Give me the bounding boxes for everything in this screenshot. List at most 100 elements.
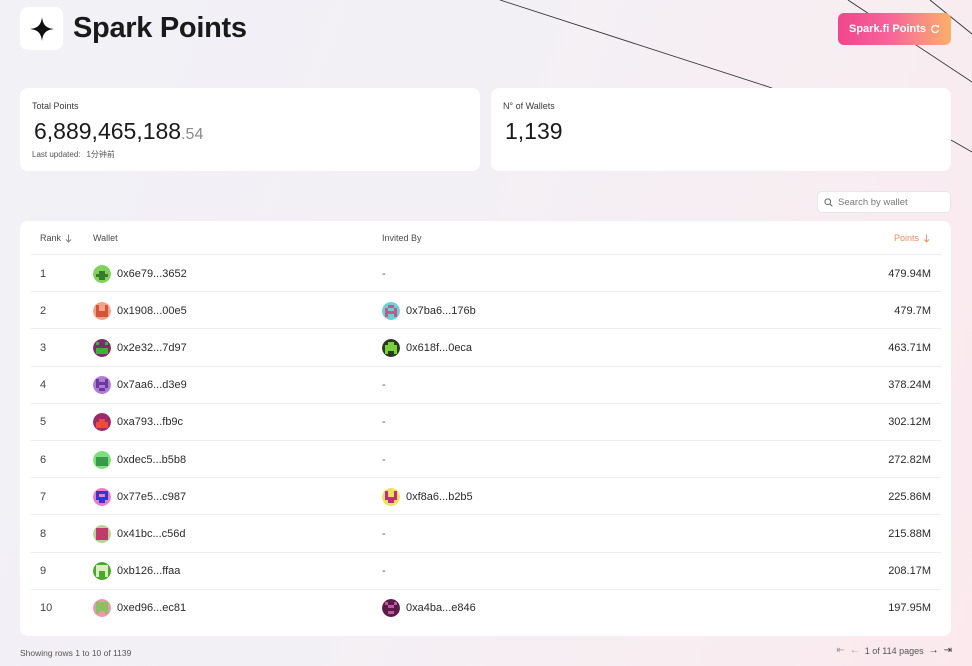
table-row[interactable]: 9 0xb126...ffaa - 208.17M	[31, 551, 941, 590]
search-box[interactable]	[817, 191, 951, 213]
wallets-count-value: 1,139	[505, 118, 563, 144]
avatar	[93, 376, 111, 395]
points-cell: 225.86M	[888, 490, 931, 503]
points-cell: 208.17M	[888, 565, 931, 578]
wallet-address[interactable]: 0x7aa6...d3e9	[117, 379, 187, 391]
invited-by-address: -	[382, 379, 386, 392]
table-row[interactable]: 8 0x41bc...c56d - 215.88M	[31, 514, 941, 551]
avatar	[382, 487, 400, 506]
table-row[interactable]: 10 0xed96...ec81 0xa4ba...e846 197.95M	[31, 588, 941, 627]
invited-by-cell[interactable]: 0xa4ba...e846	[382, 590, 476, 627]
wallet-cell[interactable]: 0xed96...ec81	[93, 590, 186, 627]
table-row[interactable]: 3 0x2e32...7d97 0x618f...0eca 463.71M	[31, 328, 941, 365]
rank-cell: 8	[40, 527, 47, 540]
arrow-down-icon	[65, 234, 72, 243]
avatar	[93, 562, 111, 581]
column-header-points[interactable]: Points	[894, 233, 930, 243]
avatar	[93, 264, 111, 283]
avatar	[93, 413, 111, 432]
invited-by-cell: -	[382, 441, 386, 478]
avatar	[93, 599, 111, 618]
invited-by-address: -	[382, 267, 386, 280]
first-page-icon[interactable]: ⇤	[836, 645, 844, 657]
invited-by-cell: -	[382, 367, 386, 404]
column-header-invited-by: Invited By	[382, 233, 422, 243]
invited-by-address[interactable]: 0xf8a6...b2b5	[406, 491, 473, 503]
rank-cell: 1	[40, 267, 47, 280]
spark-points-button-label: Spark.fi Points	[848, 23, 927, 35]
table-row[interactable]: 7 0x77e5...c987 0xf8a6...b2b5 225.86M	[31, 477, 941, 514]
total-points-value: 6,889,465,188.54	[34, 118, 203, 145]
column-header-wallet: Wallet	[93, 233, 118, 243]
wallet-address[interactable]: 0x6e79...3652	[117, 268, 187, 280]
wallet-cell[interactable]: 0x41bc...c56d	[93, 515, 186, 552]
rows-summary: Showing rows 1 to 10 of 1139	[20, 648, 132, 658]
rank-cell: 2	[40, 304, 47, 317]
invited-by-address[interactable]: 0xa4ba...e846	[406, 602, 476, 614]
column-header-rank[interactable]: Rank	[40, 233, 72, 243]
table-row[interactable]: 5 0xa793...fb9c - 302.12M	[31, 402, 941, 441]
wallet-address[interactable]: 0xb126...ffaa	[117, 565, 180, 577]
wallet-cell[interactable]: 0x6e79...3652	[93, 255, 187, 292]
wallet-cell[interactable]: 0xdec5...b5b8	[93, 441, 186, 478]
total-points-card: Total Points 6,889,465,188.54 Last updat…	[20, 88, 480, 171]
invited-by-cell: -	[382, 515, 386, 552]
table-row[interactable]: 6 0xdec5...b5b8 - 272.82M	[31, 440, 941, 477]
rank-cell: 4	[40, 379, 47, 392]
last-page-icon[interactable]: ⇥	[944, 645, 952, 657]
invited-by-cell: -	[382, 255, 386, 292]
wallet-cell[interactable]: 0xa793...fb9c	[93, 404, 183, 441]
table-row[interactable]: 4 0x7aa6...d3e9 - 378.24M	[31, 365, 941, 404]
avatar	[93, 301, 111, 320]
invited-by-cell: -	[382, 404, 386, 441]
table-row[interactable]: 2 0x1908...00e5 0x7ba6...176b 479.7M	[31, 291, 941, 328]
column-header-rank-label: Rank	[40, 233, 62, 243]
invited-by-address: -	[382, 416, 386, 429]
invited-by-cell[interactable]: 0xf8a6...b2b5	[382, 478, 473, 515]
pagination: ⇤ ← 1 of 114 pages → ⇥	[836, 645, 952, 657]
wallet-cell[interactable]: 0x2e32...7d97	[93, 329, 187, 366]
points-cell: 302.12M	[888, 416, 931, 429]
wallet-address[interactable]: 0xa793...fb9c	[117, 416, 183, 428]
avatar	[93, 450, 111, 469]
invited-by-cell[interactable]: 0x7ba6...176b	[382, 292, 476, 329]
spark-points-button[interactable]: Spark.fi Points	[838, 13, 951, 45]
rank-cell: 9	[40, 565, 47, 578]
invited-by-address: -	[382, 565, 386, 578]
rank-cell: 3	[40, 341, 47, 354]
wallet-address[interactable]: 0x77e5...c987	[117, 491, 186, 503]
points-cell: 272.82M	[888, 453, 931, 466]
rank-cell: 7	[40, 490, 47, 503]
search-input[interactable]	[838, 196, 948, 208]
invited-by-address[interactable]: 0x7ba6...176b	[406, 305, 476, 317]
points-cell: 378.24M	[888, 379, 931, 392]
prev-page-icon[interactable]: ←	[850, 645, 860, 657]
search-icon	[824, 197, 833, 207]
table-row[interactable]: 1 0x6e79...3652 - 479.94M	[31, 254, 941, 291]
rank-cell: 6	[40, 453, 47, 466]
wallet-address[interactable]: 0x1908...00e5	[117, 305, 187, 317]
app-logo	[20, 7, 63, 50]
wallet-address[interactable]: 0x2e32...7d97	[117, 342, 187, 354]
refresh-icon	[931, 24, 940, 34]
column-header-points-label: Points	[893, 233, 919, 243]
wallet-address[interactable]: 0xed96...ec81	[117, 602, 186, 614]
invited-by-address[interactable]: 0x618f...0eca	[406, 342, 472, 354]
avatar	[382, 599, 400, 618]
wallet-cell[interactable]: 0xb126...ffaa	[93, 553, 180, 590]
next-page-icon[interactable]: →	[929, 645, 939, 657]
total-points-integer: 6,889,465,188	[34, 118, 182, 144]
last-updated-value: 1分钟前	[86, 150, 115, 159]
page-info: 1 of 114 pages	[864, 646, 924, 656]
wallet-cell[interactable]: 0x77e5...c987	[93, 478, 186, 515]
avatar	[93, 524, 111, 543]
last-updated-label: Last updated:	[32, 150, 81, 159]
wallet-address[interactable]: 0x41bc...c56d	[117, 528, 186, 540]
wallet-cell[interactable]: 0x7aa6...d3e9	[93, 367, 187, 404]
avatar	[382, 301, 400, 320]
wallet-cell[interactable]: 0x1908...00e5	[93, 292, 187, 329]
invited-by-cell[interactable]: 0x618f...0eca	[382, 329, 472, 366]
wallets-count-label: N° of Wallets	[503, 101, 555, 111]
wallets-count-card: N° of Wallets 1,139	[491, 88, 951, 171]
wallet-address[interactable]: 0xdec5...b5b8	[117, 454, 186, 466]
